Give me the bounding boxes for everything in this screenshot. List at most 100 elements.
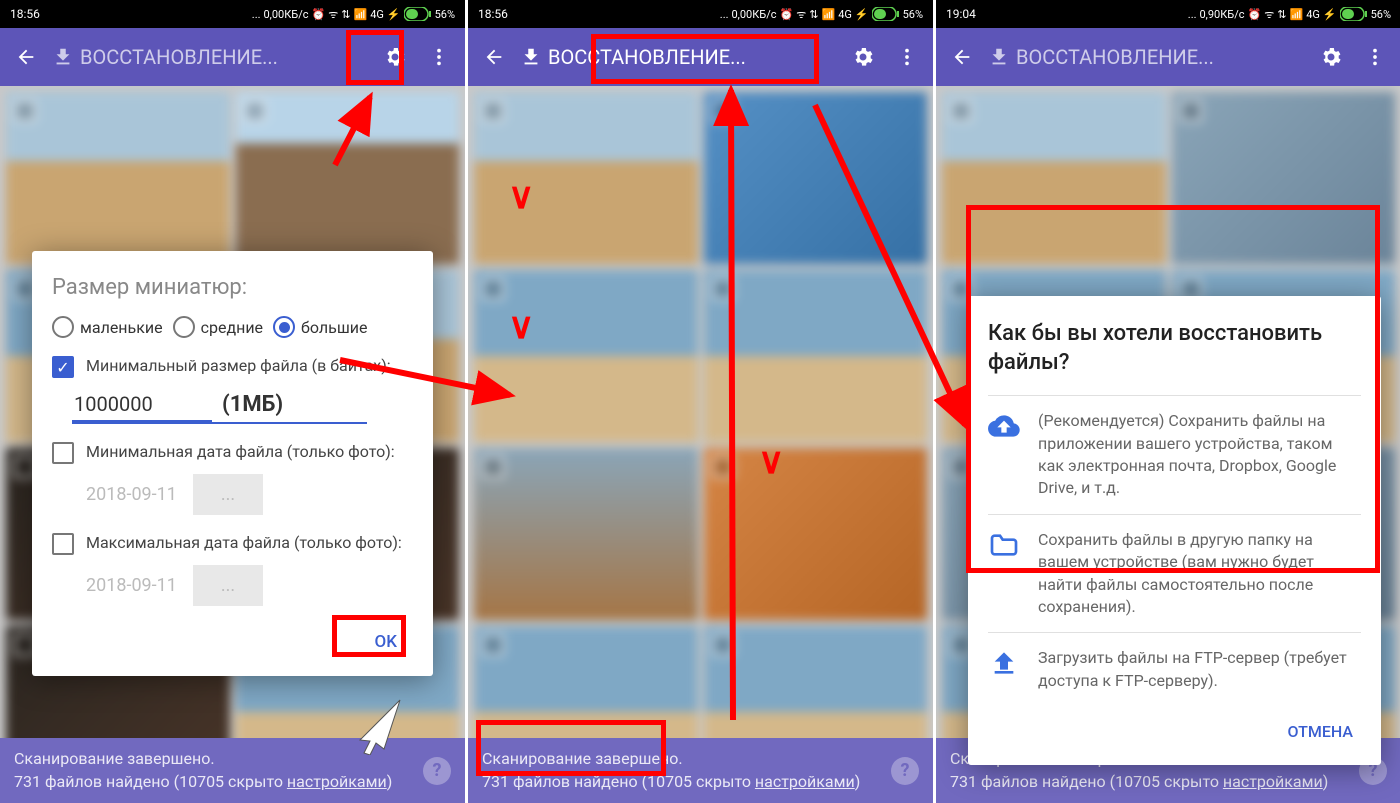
settings-button[interactable] [1313, 39, 1349, 75]
phone-screen-3: 19:04 ...0,90КБ/с ⏰ᯤ⇅📶 4G⚡ 56% ВОССТАНОВ… [936, 0, 1400, 803]
thumb-checkbox[interactable] [712, 634, 734, 656]
phone-screen-2: 18:56 ...0,00КБ/с ⏰ᯤ⇅📶 4G⚡ 56% ВОССТАНОВ… [468, 0, 933, 803]
radio-icon [52, 316, 74, 338]
app-bar: ВОССТАНОВЛЕНИЕ... [0, 28, 465, 86]
option-text: (Рекомендуется) Сохранить файлы на прило… [1038, 410, 1361, 500]
radio-large[interactable]: большие [273, 316, 367, 338]
back-button[interactable] [944, 39, 980, 75]
settings-link[interactable]: настройками [287, 772, 387, 791]
wifi-icon: ᯤ [328, 7, 338, 22]
dialog-title: Как бы вы хотели восстановить файлы? [988, 320, 1361, 377]
help-button[interactable]: ? [423, 757, 451, 785]
min-size-label: Минимальный размер файла (в байтах): [86, 356, 391, 377]
photo-grid [468, 86, 933, 803]
status-footer: Сканирование завершено. 731 файлов найде… [0, 738, 465, 803]
footer-text: Сканирование завершено. 731 файлов найде… [482, 748, 891, 793]
radio-icon [173, 316, 195, 338]
app-title[interactable]: ВОССТАНОВЛЕНИЕ... [52, 45, 369, 69]
status-bar: 19:04 ...0,90КБ/с ⏰ᯤ⇅📶 4G⚡ 56% [936, 0, 1400, 28]
recovery-dialog: Как бы вы хотели восстановить файлы? (Ре… [968, 296, 1381, 765]
photo-thumb[interactable] [704, 270, 928, 442]
photo-thumb[interactable] [474, 92, 698, 264]
radio-icon [273, 316, 295, 338]
app-title[interactable]: ВОССТАНОВЛЕНИЕ... [520, 45, 837, 69]
content-area: Размер миниатюр: маленькие средние больш… [0, 86, 465, 803]
dialog-title: Размер миниатюр: [52, 275, 413, 300]
status-bar: 18:56 ...0,00КБ/с ⏰ᯤ⇅📶 4G⚡ 56% [468, 0, 933, 28]
back-button[interactable] [476, 39, 512, 75]
thumb-checkbox[interactable] [482, 100, 504, 122]
min-file-size-row: ✓ Минимальный размер файла (в байтах): [52, 356, 413, 378]
photo-thumb[interactable] [704, 92, 928, 264]
status-footer: Сканирование завершено. 731 файлов найде… [468, 738, 933, 803]
min-size-checkbox[interactable]: ✓ [52, 356, 74, 378]
min-date-row: Минимальная дата файла (только фото): [52, 442, 413, 464]
photo-thumb[interactable] [474, 270, 698, 442]
thumb-checkbox[interactable] [14, 100, 36, 122]
recovery-option-ftp[interactable]: Загрузить файлы на FTP-сервер (требует д… [988, 632, 1361, 706]
cancel-button[interactable]: ОТМЕНА [1279, 712, 1361, 751]
photo-thumb[interactable] [6, 92, 230, 264]
mb-annotation: (1МБ) [222, 392, 283, 417]
recovery-option-cloud[interactable]: (Рекомендуется) Сохранить файлы на прило… [988, 395, 1361, 514]
recovery-option-folder[interactable]: Сохранить файлы в другую папку на вашем … [988, 514, 1361, 633]
photo-thumb[interactable] [474, 448, 698, 620]
help-button[interactable]: ? [891, 757, 919, 785]
alarm-icon: ⏰ [312, 8, 326, 21]
min-date-input-row: 2018-09-11 ... [86, 474, 413, 515]
photo-thumb[interactable] [704, 448, 928, 620]
radio-small[interactable]: маленькие [52, 316, 163, 338]
thumb-checkbox[interactable] [482, 278, 504, 300]
max-date-row: Максимальная дата файла (только фото): [52, 533, 413, 555]
min-date-value: 2018-09-11 [86, 484, 177, 505]
settings-button[interactable] [845, 39, 881, 75]
overflow-menu-button[interactable] [421, 39, 457, 75]
signal-icon: ⇅ [341, 8, 350, 21]
status-indicators: ...0,00КБ/с ⏰ᯤ ⇅📶 4G⚡ 56% [252, 7, 455, 22]
thumb-checkbox[interactable] [712, 456, 734, 478]
back-button[interactable] [8, 39, 44, 75]
thumbnail-size-radios: маленькие средние большие [52, 316, 413, 338]
min-date-checkbox[interactable] [52, 442, 74, 464]
status-time: 18:56 [10, 7, 40, 21]
max-date-picker-button[interactable]: ... [193, 565, 263, 606]
radio-medium[interactable]: средние [173, 316, 263, 338]
footer-text: Сканирование завершено. 731 файлов найде… [14, 748, 423, 793]
settings-link[interactable]: настройками [1223, 772, 1323, 791]
content-area: Как бы вы хотели восстановить файлы? (Ре… [936, 86, 1400, 803]
cloud-upload-icon [988, 410, 1020, 442]
thumb-checkbox[interactable] [482, 634, 504, 656]
settings-link[interactable]: настройками [755, 772, 855, 791]
photo-thumb[interactable] [1172, 92, 1396, 264]
overflow-menu-button[interactable] [1357, 39, 1393, 75]
folder-icon [988, 529, 1020, 561]
status-bar: 18:56 ...0,00КБ/с ⏰ᯤ ⇅📶 4G⚡ 56% [0, 0, 465, 28]
max-date-input-row: 2018-09-11 ... [86, 565, 413, 606]
app-title[interactable]: ВОССТАНОВЛЕНИЕ... [988, 45, 1305, 69]
ok-button[interactable]: OK [359, 624, 413, 660]
app-bar: ВОССТАНОВЛЕНИЕ... [936, 28, 1400, 86]
upload-icon [988, 647, 1020, 679]
photo-thumb[interactable] [942, 92, 1166, 264]
max-date-label: Максимальная дата файла (только фото): [86, 533, 402, 554]
charging-icon: ⚡ [387, 8, 401, 21]
thumb-checkbox[interactable] [244, 100, 266, 122]
min-size-input[interactable] [72, 388, 212, 422]
settings-dialog: Размер миниатюр: маленькие средние больш… [32, 251, 433, 676]
download-icon [52, 46, 74, 68]
thumb-checkbox[interactable] [482, 456, 504, 478]
photo-thumb[interactable] [236, 92, 460, 264]
status-time: 19:04 [946, 7, 976, 21]
thumb-checkbox[interactable] [950, 100, 972, 122]
min-date-picker-button[interactable]: ... [193, 474, 263, 515]
settings-button[interactable] [377, 39, 413, 75]
option-text: Загрузить файлы на FTP-сервер (требует д… [1038, 647, 1361, 692]
max-date-checkbox[interactable] [52, 533, 74, 555]
thumb-checkbox[interactable] [1180, 100, 1202, 122]
download-icon [988, 46, 1010, 68]
thumb-checkbox[interactable] [712, 100, 734, 122]
download-icon [520, 46, 542, 68]
status-indicators: ...0,00КБ/с ⏰ᯤ⇅📶 4G⚡ 56% [720, 7, 923, 22]
thumb-checkbox[interactable] [712, 278, 734, 300]
overflow-menu-button[interactable] [889, 39, 925, 75]
